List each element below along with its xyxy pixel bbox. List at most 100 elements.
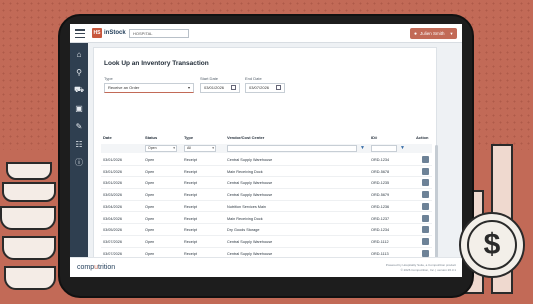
cell-id: ORD-1237 <box>371 216 390 221</box>
calendar-icon[interactable] <box>276 85 281 90</box>
edit-action-icon[interactable] <box>422 249 429 257</box>
cell-id: ORD-1234 <box>371 228 390 233</box>
end-date-label: End Date <box>245 76 262 81</box>
table-row[interactable]: 03/03/2026 Open Receipt Central Supply Ware… <box>101 189 432 201</box>
edit-action-icon[interactable] <box>422 202 429 210</box>
edit-action-icon[interactable] <box>422 226 429 234</box>
cell-date: 03/03/2026 <box>103 193 123 198</box>
cell-status: Open <box>145 193 155 198</box>
help-icon[interactable]: ⓘ <box>74 157 84 167</box>
table-row[interactable]: 03/01/2026 Open Receipt Central Supply Ware… <box>101 154 432 166</box>
table-row[interactable]: 03/01/2026 Open Receipt Main Receiving Dock… <box>101 166 432 178</box>
cell-type: Receipt <box>184 169 197 174</box>
cell-id: ORD-5678 <box>371 169 390 174</box>
app-logo[interactable]: HS inStock <box>92 28 126 38</box>
header-status[interactable]: Status <box>145 135 157 140</box>
edit-action-icon[interactable] <box>422 191 429 199</box>
cell-type: Receipt <box>184 158 197 162</box>
wrench-icon[interactable]: ✎ <box>74 121 84 131</box>
cell-id: ORD-1112 <box>371 239 389 244</box>
header-type[interactable]: Type <box>184 135 193 140</box>
dollar-coin-icon: $ <box>459 212 525 278</box>
table-header: Date Status Type Vendor/Cost Center ID# … <box>101 133 432 143</box>
user-icon: ● <box>414 30 418 37</box>
cell-vendor: Central Supply Warehouse <box>227 193 273 198</box>
dropdown-arrow-icon: ▾ <box>173 146 175 150</box>
vendor-filter-input[interactable] <box>227 145 357 152</box>
cell-date: 03/04/2026 <box>103 204 123 209</box>
table-row[interactable]: 03/04/2026 Open Receipt Main Receiving Dock… <box>101 213 432 225</box>
cell-date: 03/05/2026 <box>103 228 123 233</box>
chevron-down-icon: ▼ <box>449 31 454 36</box>
cell-vendor: Central Supply Warehouse <box>227 239 273 244</box>
cell-vendor: Main Receiving Dock <box>227 216 263 221</box>
cell-status: Open <box>145 228 155 233</box>
search-icon[interactable]: ⚲ <box>74 67 84 77</box>
cell-vendor: Main Receiving Dock <box>227 169 263 174</box>
cell-id: ORD-1235 <box>371 181 390 186</box>
id-filter-input[interactable] <box>371 145 397 152</box>
inventory-icon[interactable]: ▣ <box>74 103 84 113</box>
scrollbar[interactable] <box>435 145 438 265</box>
filter-icon[interactable]: ▼ <box>400 145 405 151</box>
end-date-field[interactable]: 03/07/2026 <box>245 83 285 93</box>
sidebar: ⌂ ⚲ ⛟ ▣ ✎ ☷ ⓘ <box>70 43 88 277</box>
table-row[interactable]: 03/01/2026 Open Receipt Central Supply Ware… <box>101 177 432 190</box>
edit-action-icon[interactable] <box>422 179 429 187</box>
cell-vendor: Central Supply Warehouse <box>227 158 273 162</box>
header-vendor[interactable]: Vendor/Cost Center <box>227 135 264 140</box>
cell-date: 03/07/2026 <box>103 239 123 244</box>
cell-id: ORD-1113 <box>371 251 389 256</box>
table-row[interactable]: 03/07/2026 Open Receipt Central Supply Ware… <box>101 236 432 248</box>
edit-action-icon[interactable] <box>422 156 429 163</box>
start-date-value: 03/01/2026 <box>204 85 225 90</box>
cell-type: Receipt <box>184 216 197 221</box>
cell-status: Open <box>145 239 155 244</box>
user-menu-button[interactable]: ● Julien Smith ▼ <box>410 28 457 39</box>
edit-action-icon[interactable] <box>422 237 429 245</box>
header-id[interactable]: ID# <box>371 135 377 140</box>
status-filter-value: Open <box>148 146 157 150</box>
stacked-bowl <box>2 182 56 202</box>
start-date-field[interactable]: 03/01/2026 <box>200 83 240 93</box>
footer: computrition Powered by Hospitality Suit… <box>70 257 462 277</box>
header-date[interactable]: Date <box>103 135 112 140</box>
cell-type: Receipt <box>184 239 197 244</box>
cell-date: 03/01/2026 <box>103 158 123 162</box>
menu-icon[interactable] <box>75 29 85 38</box>
cell-status: Open <box>145 181 155 186</box>
header-action: Action <box>416 135 429 140</box>
user-name: Julien Smith <box>420 31 445 36</box>
end-date-value: 03/07/2026 <box>249 85 270 90</box>
cell-id: ORD-1236 <box>371 204 390 209</box>
calendar-icon[interactable] <box>231 85 236 90</box>
edit-action-icon[interactable] <box>422 167 429 175</box>
cell-type: Receipt <box>184 193 197 198</box>
clipboard-icon[interactable]: ☷ <box>74 139 84 149</box>
cell-vendor: Dry Goods Storage <box>227 228 260 233</box>
cell-id: ORD-5679 <box>371 193 390 198</box>
edit-action-icon[interactable] <box>422 214 429 222</box>
cell-type: Receipt <box>184 228 197 233</box>
computrition-logo: computrition <box>77 264 116 271</box>
truck-icon[interactable]: ⛟ <box>74 85 84 95</box>
stacked-bowl <box>6 162 52 180</box>
stacked-bowl <box>2 236 56 260</box>
lookup-card: Look Up an Inventory Transaction Type Re… <box>93 47 438 269</box>
location-selector[interactable]: HOSPITAL <box>129 29 189 38</box>
status-filter[interactable]: Open ▾ <box>145 145 177 152</box>
type-filter[interactable]: All ▾ <box>184 145 216 152</box>
cell-date: 03/01/2026 <box>103 169 123 174</box>
cell-vendor: Central Supply Warehouse <box>227 181 273 186</box>
table-row[interactable]: 03/04/2026 Open Receipt Nutrition Services … <box>101 201 432 213</box>
main-content: Look Up an Inventory Transaction Type Re… <box>88 43 462 269</box>
filter-row: Open ▾ All ▾ ▼ ▼ <box>101 144 432 153</box>
type-select[interactable]: Receive an Order ▾ <box>104 83 194 93</box>
app-screen: HS inStock HOSPITAL ● Julien Smith ▼ ⌂ ⚲… <box>70 24 462 277</box>
cell-type: Receipt <box>184 181 197 186</box>
filter-icon[interactable]: ▼ <box>360 145 365 151</box>
table-row[interactable]: 03/05/2026 Open Receipt Dry Goods Storage OR… <box>101 224 432 236</box>
home-icon[interactable]: ⌂ <box>74 49 84 59</box>
type-value: Receive an Order <box>108 85 140 90</box>
cell-status: Open <box>145 251 155 256</box>
